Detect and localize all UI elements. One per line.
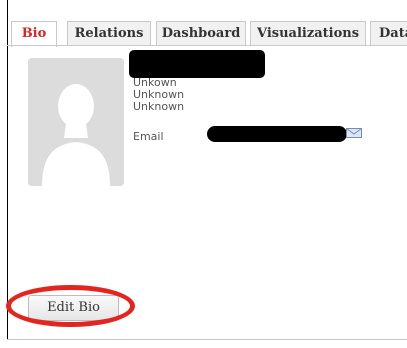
person-silhouette-icon bbox=[28, 58, 124, 186]
envelope-icon[interactable] bbox=[346, 128, 362, 138]
tab-bar: Bio Relations Dashboard Visualizations D… bbox=[7, 0, 407, 47]
tab-data[interactable]: Data bbox=[370, 21, 407, 46]
tab-visualizations[interactable]: Visualizations bbox=[250, 21, 366, 46]
avatar bbox=[28, 58, 124, 186]
profile-field: Unknown bbox=[133, 100, 185, 113]
panel-bottom-border bbox=[7, 339, 407, 340]
email-label: Email bbox=[133, 130, 164, 143]
edit-bio-button[interactable]: Edit Bio bbox=[28, 295, 119, 321]
email-redaction bbox=[207, 126, 347, 142]
tab-relations[interactable]: Relations bbox=[67, 21, 151, 46]
tab-dashboard[interactable]: Dashboard bbox=[156, 21, 246, 46]
tab-bio[interactable]: Bio bbox=[11, 21, 57, 47]
name-redaction bbox=[129, 50, 265, 78]
tab-divider bbox=[7, 45, 407, 46]
